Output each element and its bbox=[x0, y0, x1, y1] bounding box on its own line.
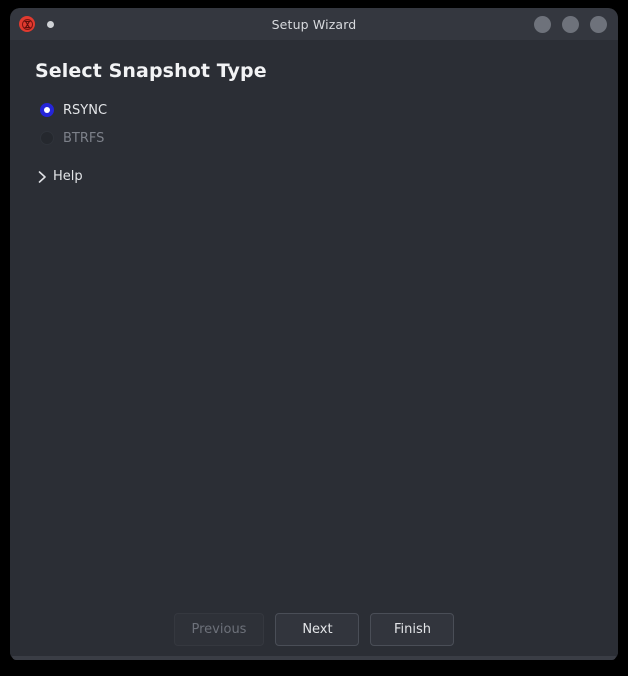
help-expander[interactable]: Help bbox=[35, 169, 83, 184]
radio-button-btrfs-icon bbox=[40, 131, 54, 145]
radio-button-rsync-icon[interactable] bbox=[40, 103, 54, 117]
previous-button[interactable]: Previous bbox=[173, 613, 265, 646]
help-label: Help bbox=[53, 169, 83, 184]
setup-wizard-window: Setup Wizard Select Snapshot Type RSYNC … bbox=[10, 8, 618, 660]
page-title: Select Snapshot Type bbox=[35, 60, 267, 82]
titlebar-left-group bbox=[10, 16, 54, 32]
status-dot-icon bbox=[47, 20, 54, 28]
snapshot-type-radio-group: RSYNC BTRFS bbox=[40, 103, 602, 145]
window-title: Setup Wizard bbox=[271, 16, 357, 32]
radio-label-btrfs: BTRFS bbox=[63, 130, 105, 146]
close-button[interactable] bbox=[590, 15, 607, 33]
wizard-content: Select Snapshot Type RSYNC BTRFS Help Pr… bbox=[10, 40, 618, 660]
window-titlebar[interactable]: Setup Wizard bbox=[10, 8, 618, 40]
radio-option-rsync[interactable]: RSYNC bbox=[40, 103, 107, 117]
minimize-button[interactable] bbox=[534, 15, 551, 33]
window-bottom-edge bbox=[12, 656, 616, 660]
radio-option-btrfs: BTRFS bbox=[40, 131, 104, 145]
chevron-right-icon[interactable] bbox=[35, 170, 49, 184]
desktop-background: Setup Wizard Select Snapshot Type RSYNC … bbox=[0, 0, 628, 676]
next-button[interactable]: Next bbox=[275, 613, 360, 646]
wizard-footer: Previous Next Finish bbox=[26, 613, 602, 660]
finish-button[interactable]: Finish bbox=[370, 613, 455, 646]
window-controls bbox=[534, 15, 618, 33]
radio-label-rsync: RSYNC bbox=[63, 102, 108, 118]
app-logo-icon bbox=[19, 16, 35, 32]
maximize-button[interactable] bbox=[562, 15, 579, 33]
